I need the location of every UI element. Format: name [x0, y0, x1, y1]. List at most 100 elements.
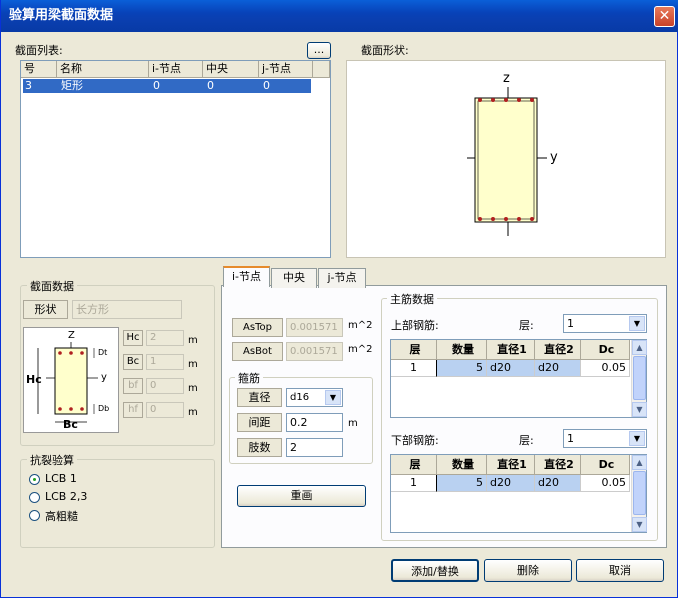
top-row-layer[interactable]: 1	[391, 360, 437, 377]
bottom-layer-select[interactable]: 1 ▼	[563, 429, 647, 448]
stirrup-title: 箍筋	[235, 370, 263, 386]
tab-i-node[interactable]: i-节点	[223, 266, 270, 287]
section-list-label: 截面列表:	[15, 44, 63, 57]
stirrup-legs-field[interactable]: 2	[286, 438, 343, 457]
scroll-up-icon[interactable]: ▲	[632, 340, 647, 355]
shape-label: 形状	[23, 300, 68, 319]
top-row-dc[interactable]: 0.05	[581, 360, 630, 377]
diagram-db-label: Db	[98, 404, 110, 413]
top-col-dc: Dc	[581, 340, 630, 360]
hf-field: 0	[146, 402, 184, 418]
redraw-button[interactable]: 重画	[237, 485, 366, 507]
bc-field: 1	[146, 354, 184, 370]
tab-middle[interactable]: 中央	[271, 268, 317, 288]
scroll-thumb[interactable]	[633, 356, 646, 400]
col-header-name[interactable]: 名称	[57, 61, 149, 78]
bottom-col-dc: Dc	[581, 455, 630, 475]
row-i: 0	[153, 79, 160, 92]
scroll-down-icon[interactable]: ▼	[632, 402, 647, 417]
bottom-row-layer[interactable]: 1	[391, 475, 437, 492]
hf-label: hf	[123, 402, 143, 418]
section-list[interactable]: 号 名称 i-节点 中央 j-节点 3 矩形 0 0 0	[20, 60, 331, 258]
hc-field: 2	[146, 330, 184, 346]
row-j: 0	[263, 79, 270, 92]
rough-radio[interactable]	[29, 510, 40, 521]
astop-field: 0.001571	[286, 318, 343, 337]
hc-unit: m	[188, 335, 198, 346]
rough-label[interactable]: 高粗糙	[45, 508, 78, 524]
bottom-col-count: 数量	[437, 455, 487, 475]
top-col-d1: 直径1	[487, 340, 535, 360]
bf-label: bf	[123, 378, 143, 394]
section-data-title: 截面数据	[27, 278, 77, 294]
lcb23-label[interactable]: LCB 2,3	[45, 490, 87, 503]
top-grid-scrollbar[interactable]: ▲ ▼	[631, 340, 647, 417]
bottom-rebar-grid[interactable]: 层 数量 直径1 直径2 Dc 1 5 d20 d20 0.05 ▲ ▼	[390, 454, 647, 533]
top-col-d2: 直径2	[535, 340, 581, 360]
bottom-row-d1[interactable]: d20	[487, 475, 535, 492]
bottom-col-d1: 直径1	[487, 455, 535, 475]
tab-j-node[interactable]: j-节点	[318, 268, 366, 288]
scroll-down-icon[interactable]: ▼	[632, 517, 647, 532]
bottom-col-d2: 直径2	[535, 455, 581, 475]
table-row[interactable]: 3 矩形 0 0 0	[23, 79, 311, 93]
lcb23-radio[interactable]	[29, 492, 40, 503]
col-header-i[interactable]: i-节点	[149, 61, 203, 78]
main-rebar-title: 主筋数据	[387, 291, 437, 307]
cancel-button[interactable]: 取消	[576, 559, 664, 582]
lcb1-label[interactable]: LCB 1	[45, 472, 77, 485]
close-icon: ✕	[658, 8, 671, 24]
hf-unit: m	[188, 407, 198, 418]
browse-button[interactable]: ...	[307, 42, 331, 59]
top-rebar-label: 上部钢筋:	[391, 319, 439, 332]
bottom-layer-label: 层:	[519, 434, 534, 447]
add-replace-button[interactable]: 添加/替换	[391, 559, 479, 582]
scroll-thumb[interactable]	[633, 471, 646, 515]
row-no: 3	[25, 79, 32, 92]
top-layer-select[interactable]: 1 ▼	[563, 314, 647, 333]
bottom-layer-value: 1	[567, 432, 574, 445]
top-row-count[interactable]: 5	[437, 360, 487, 377]
bottom-row-count[interactable]: 5	[437, 475, 487, 492]
diagram-dt-label: Dt	[98, 348, 108, 357]
top-col-count: 数量	[437, 340, 487, 360]
crack-check-title: 抗裂验算	[27, 452, 77, 468]
col-header-mid[interactable]: 中央	[203, 61, 259, 78]
top-row-d2[interactable]: d20	[535, 360, 581, 377]
bf-field: 0	[146, 378, 184, 394]
section-shape-canvas: z y	[346, 60, 666, 258]
top-row-d1[interactable]: d20	[487, 360, 535, 377]
window-title: 验算用梁截面数据	[9, 8, 114, 23]
delete-button[interactable]: 删除	[484, 559, 572, 582]
col-header-j[interactable]: j-节点	[259, 61, 313, 78]
bc-label: Bc	[123, 354, 143, 370]
lcb1-radio[interactable]	[29, 474, 40, 485]
asbot-field: 0.001571	[286, 342, 343, 361]
stirrup-diameter-select[interactable]: d16 ▼	[286, 388, 343, 407]
section-shape-drawing	[467, 87, 547, 236]
chevron-down-icon[interactable]: ▼	[629, 316, 645, 331]
stirrup-spacing-field[interactable]: 0.2	[286, 413, 343, 432]
scroll-up-icon[interactable]: ▲	[632, 455, 647, 470]
stirrup-spacing-unit: m	[348, 418, 358, 429]
top-layer-label: 层:	[519, 319, 534, 332]
bottom-grid-scrollbar[interactable]: ▲ ▼	[631, 455, 647, 532]
stirrup-diameter-label: 直径	[237, 388, 282, 407]
stirrup-diameter-value: d16	[290, 392, 310, 403]
astop-label: AsTop	[232, 318, 283, 337]
dialog-window: 验算用梁截面数据 ✕ 截面列表: ... 号 名称 i-节点 中央 j-节点 3…	[0, 0, 678, 598]
chevron-down-icon[interactable]: ▼	[325, 390, 341, 405]
bottom-row-dc[interactable]: 0.05	[581, 475, 630, 492]
chevron-down-icon[interactable]: ▼	[629, 431, 645, 446]
title-bar[interactable]: 验算用梁截面数据 ✕	[1, 0, 678, 32]
diagram-hc-label: Hc	[26, 373, 42, 386]
diagram-z-label: Z	[68, 330, 75, 341]
col-header-filler	[313, 61, 330, 78]
col-header-no[interactable]: 号	[21, 61, 57, 78]
top-layer-value: 1	[567, 317, 574, 330]
bottom-row-d2[interactable]: d20	[535, 475, 581, 492]
close-button[interactable]: ✕	[654, 6, 675, 27]
row-name: 矩形	[61, 79, 83, 92]
bottom-rebar-label: 下部钢筋:	[391, 434, 439, 447]
top-rebar-grid[interactable]: 层 数量 直径1 直径2 Dc 1 5 d20 d20 0.05 ▲ ▼	[390, 339, 647, 418]
